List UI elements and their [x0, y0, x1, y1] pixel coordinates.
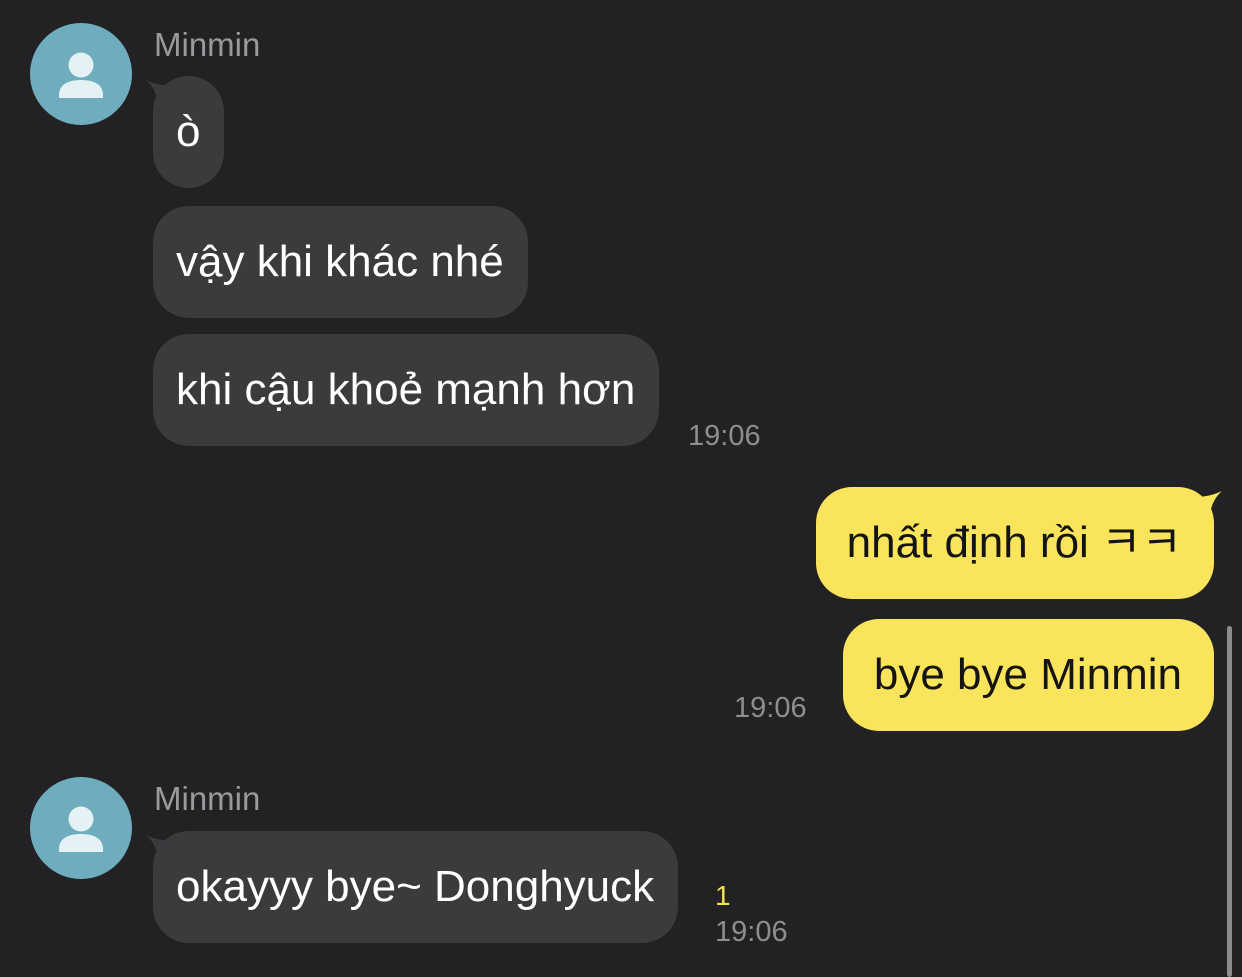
message-text: ò	[176, 107, 201, 156]
message-text: okayyy bye~ Donghyuck	[176, 862, 655, 911]
message-bubble[interactable]: ò	[153, 76, 225, 188]
person-icon	[59, 806, 103, 852]
sender-avatar[interactable]	[30, 777, 132, 879]
scrollbar[interactable]	[1227, 626, 1232, 977]
message-bubble[interactable]: nhất định rồi ㅋㅋ	[815, 487, 1214, 599]
message-bubble[interactable]: khi cậu khoẻ mạnh hơn	[153, 334, 660, 446]
unread-count: 1	[715, 880, 731, 911]
message-time: 19:06	[734, 692, 807, 724]
message-text: khi cậu khoẻ mạnh hơn	[176, 365, 636, 414]
message-bubble[interactable]: vậy khi khác nhé	[153, 206, 528, 318]
sender-name: Minmin	[154, 26, 261, 63]
message-time: 19:06	[688, 420, 761, 452]
message-time: 19:06	[715, 916, 788, 948]
message-text: vậy khi khác nhé	[176, 237, 504, 286]
person-icon	[59, 52, 103, 98]
message-bubble[interactable]: bye bye Minmin	[842, 619, 1214, 731]
message-text: nhất định rồi ㅋㅋ	[846, 518, 1182, 567]
message-text: bye bye Minmin	[873, 650, 1182, 699]
message-bubble[interactable]: okayyy bye~ Donghyuck	[153, 831, 679, 943]
sender-avatar[interactable]	[30, 23, 132, 125]
sender-name: Minmin	[154, 780, 261, 817]
